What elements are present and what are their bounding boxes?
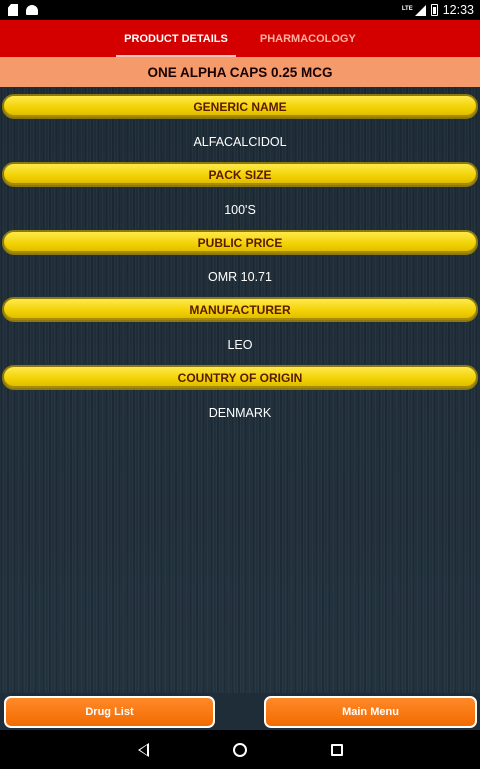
battery-icon bbox=[430, 4, 438, 16]
country-of-origin-header: COUNTRY OF ORIGIN bbox=[2, 365, 478, 390]
android-icon bbox=[26, 5, 38, 15]
sd-card-icon bbox=[8, 4, 18, 16]
product-name: ONE ALPHA CAPS 0.25 MCG bbox=[0, 57, 480, 87]
network-type: LTE bbox=[401, 6, 413, 12]
recents-icon[interactable] bbox=[330, 743, 343, 756]
manufacturer-header: MANUFACTURER bbox=[2, 297, 478, 322]
country-of-origin-value: DENMARK bbox=[208, 406, 272, 420]
status-right: LTE 12:33 bbox=[402, 3, 474, 17]
back-icon[interactable] bbox=[137, 742, 149, 757]
drug-list-button[interactable]: Drug List bbox=[4, 696, 215, 728]
pack-size-value: 100'S bbox=[224, 203, 256, 217]
status-bar: LTE 12:33 bbox=[0, 0, 480, 20]
public-price-value: OMR 10.71 bbox=[208, 270, 272, 284]
main-menu-button[interactable]: Main Menu bbox=[264, 696, 477, 728]
manufacturer-value: LEO bbox=[227, 338, 253, 352]
pack-size-header: PACK SIZE bbox=[2, 162, 478, 187]
home-icon[interactable] bbox=[232, 742, 247, 757]
status-left bbox=[8, 4, 38, 16]
product-details-panel: GENERIC NAME ALFACALCIDOL PACK SIZE 100'… bbox=[0, 87, 480, 693]
tab-bar: PRODUCT DETAILS PHARMACOLOGY bbox=[0, 20, 480, 57]
signal-icon bbox=[414, 4, 426, 16]
generic-name-header: GENERIC NAME bbox=[2, 94, 478, 119]
public-price-header: PUBLIC PRICE bbox=[2, 230, 478, 255]
navigation-bar bbox=[0, 730, 480, 769]
tab-pharmacology[interactable]: PHARMACOLOGY bbox=[252, 20, 364, 57]
clock: 12:33 bbox=[442, 3, 474, 17]
tab-product-details[interactable]: PRODUCT DETAILS bbox=[116, 20, 236, 57]
generic-name-value: ALFACALCIDOL bbox=[193, 135, 287, 149]
